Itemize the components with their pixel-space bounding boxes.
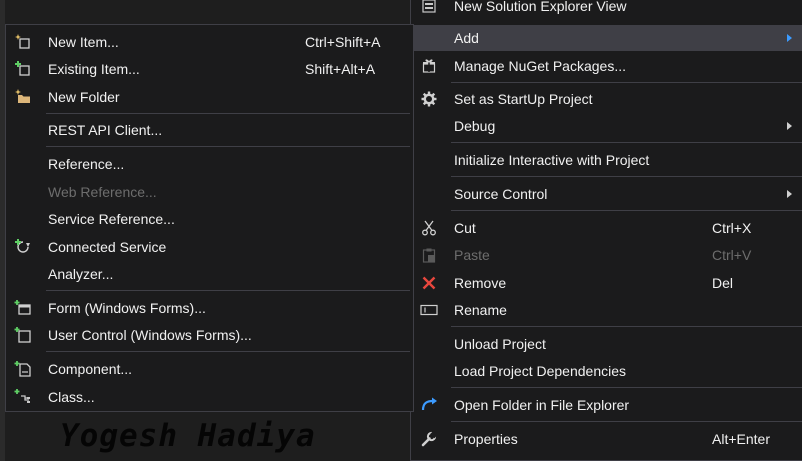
menu-item-label: Web Reference...	[48, 184, 157, 200]
submenu-arrow-icon	[787, 190, 792, 198]
menu-item-label: Add	[454, 30, 479, 46]
connected-service-icon	[14, 238, 32, 256]
menu-item-label: REST API Client...	[48, 122, 163, 138]
menu-separator	[46, 290, 410, 291]
watermark: Yogesh Hadiya	[60, 418, 316, 454]
menu-separator	[46, 113, 410, 114]
menu-item-label: Paste	[454, 247, 490, 263]
menu-item-shortcut: Shift+Alt+A	[305, 61, 376, 77]
class-icon	[14, 388, 32, 406]
menu-item-unload-project[interactable]: Unload Project	[411, 331, 802, 357]
menu-item-label: Debug	[454, 118, 496, 134]
menu-item-new-solution-explorer-view[interactable]: New Solution Explorer View	[411, 0, 802, 19]
menu-item-label: Manage NuGet Packages...	[454, 58, 626, 74]
menu-item-manage-nuget[interactable]: Manage NuGet Packages...	[411, 53, 802, 79]
component-icon	[14, 360, 32, 378]
menu-item-label: Connected Service	[48, 239, 167, 255]
submenu-item-rest-api-client[interactable]: REST API Client...	[6, 117, 413, 143]
menu-item-shortcut: Ctrl+Shift+A	[305, 34, 381, 50]
menu-separator	[451, 421, 802, 422]
menu-item-label: User Control (Windows Forms)...	[48, 327, 252, 343]
menu-item-label: Reference...	[48, 156, 125, 172]
menu-item-label: Properties	[454, 431, 518, 447]
menu-item-label: Service Reference...	[48, 211, 175, 227]
menu-separator	[451, 176, 802, 177]
submenu-arrow-icon	[787, 122, 792, 130]
submenu-item-form[interactable]: Form (Windows Forms)...	[6, 295, 413, 321]
menu-item-label: Form (Windows Forms)...	[48, 300, 206, 316]
menu-item-remove[interactable]: Remove Del	[411, 270, 802, 296]
submenu-item-new-item[interactable]: New Item... Ctrl+Shift+A	[6, 29, 413, 55]
menu-item-label: New Solution Explorer View	[454, 0, 627, 14]
menu-item-shortcut: Ctrl+V	[712, 247, 752, 263]
menu-item-label: New Folder	[48, 89, 120, 105]
menu-separator	[46, 146, 410, 147]
menu-item-label: Source Control	[454, 186, 548, 202]
menu-item-label: Open Folder in File Explorer	[454, 397, 630, 413]
menu-item-label: New Item...	[48, 34, 119, 50]
menu-item-shortcut: Alt+Enter	[712, 431, 770, 447]
add-submenu: New Item... Ctrl+Shift+A Existing Item..…	[5, 24, 414, 412]
menu-item-label: Set as StartUp Project	[454, 91, 593, 107]
menu-item-initialize-interactive[interactable]: Initialize Interactive with Project	[411, 147, 802, 173]
menu-separator	[451, 142, 802, 143]
wrench-icon	[420, 430, 438, 448]
menu-item-set-startup[interactable]: Set as StartUp Project	[411, 86, 802, 112]
menu-item-label: Existing Item...	[48, 61, 140, 77]
submenu-item-service-reference[interactable]: Service Reference...	[6, 206, 413, 232]
new-folder-icon	[14, 88, 32, 106]
submenu-arrow-icon	[787, 34, 792, 42]
submenu-item-component[interactable]: Component...	[6, 356, 413, 382]
refresh-arrow-icon	[420, 396, 438, 414]
red-x-remove-icon	[420, 274, 438, 292]
submenu-item-class[interactable]: Class...	[6, 384, 413, 410]
menu-item-paste[interactable]: Paste Ctrl+V	[411, 242, 802, 268]
menu-item-label: Remove	[454, 275, 507, 291]
menu-item-source-control[interactable]: Source Control	[411, 181, 802, 207]
gear-icon	[420, 90, 438, 108]
menu-item-properties[interactable]: Properties Alt+Enter	[411, 426, 802, 452]
submenu-item-new-folder[interactable]: New Folder	[6, 84, 413, 110]
submenu-item-existing-item[interactable]: Existing Item... Shift+Alt+A	[6, 56, 413, 82]
windows-form-icon	[14, 299, 32, 317]
menu-item-debug[interactable]: Debug	[411, 113, 802, 139]
submenu-item-user-control[interactable]: User Control (Windows Forms)...	[6, 322, 413, 348]
menu-item-add[interactable]: Add	[411, 25, 802, 51]
nuget-package-icon	[420, 57, 438, 75]
menu-item-open-folder[interactable]: Open Folder in File Explorer	[411, 392, 802, 418]
menu-item-rename[interactable]: Rename	[411, 297, 802, 323]
clipboard-icon	[420, 246, 438, 264]
menu-item-cut[interactable]: Cut Ctrl+X	[411, 215, 802, 241]
menu-item-shortcut: Del	[712, 275, 734, 291]
add-existing-item-icon	[14, 60, 32, 78]
menu-separator	[451, 82, 802, 83]
submenu-item-connected-service[interactable]: Connected Service	[6, 234, 413, 260]
menu-item-label: Analyzer...	[48, 266, 114, 282]
menu-separator	[451, 210, 802, 211]
submenu-item-reference[interactable]: Reference...	[6, 151, 413, 177]
menu-item-label: Initialize Interactive with Project	[454, 152, 650, 168]
menu-separator	[451, 387, 802, 388]
menu-item-label: Unload Project	[454, 336, 546, 352]
rename-icon	[420, 301, 438, 319]
submenu-item-web-reference[interactable]: Web Reference...	[6, 179, 413, 205]
menu-item-label: Component...	[48, 361, 133, 377]
menu-item-label: Cut	[454, 220, 476, 236]
menu-item-label: Rename	[454, 302, 507, 318]
menu-separator	[451, 326, 802, 327]
menu-item-label: Load Project Dependencies	[454, 363, 627, 379]
menu-separator	[46, 351, 410, 352]
project-context-menu: New Solution Explorer View Add Manage Nu…	[410, 0, 802, 461]
new-item-icon	[14, 33, 32, 51]
submenu-item-analyzer[interactable]: Analyzer...	[6, 261, 413, 287]
scissors-icon	[420, 219, 438, 237]
user-control-icon	[14, 326, 32, 344]
menu-item-load-dependencies[interactable]: Load Project Dependencies	[411, 358, 802, 384]
solution-explorer-icon	[420, 0, 438, 15]
menu-item-label: Class...	[48, 389, 95, 405]
menu-item-shortcut: Ctrl+X	[712, 220, 752, 236]
